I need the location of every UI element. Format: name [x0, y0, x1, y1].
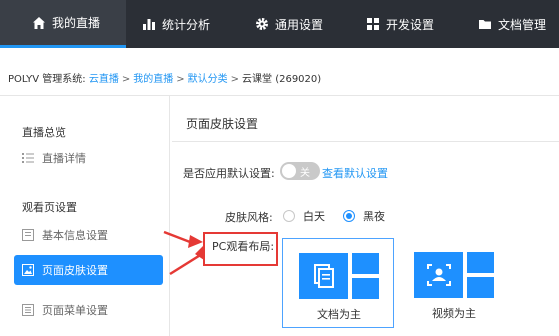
nav-label: 通用设置	[275, 17, 324, 32]
breadcrumb-separator: >	[121, 74, 131, 85]
sidebar: 直播总览 直播详情 观看页设置 基本信息设置 页面皮肤设置 页面菜单设置	[0, 96, 170, 336]
skin-style-label: 皮肤风格:	[225, 211, 273, 224]
layout-option-label: 视频为主	[432, 307, 476, 320]
view-default-link[interactable]: 查看默认设置	[322, 165, 388, 181]
breadcrumb-separator: >	[176, 74, 185, 85]
breadcrumb-link-my-live[interactable]: 我的直播	[133, 74, 173, 85]
nav-item-general-settings[interactable]: 通用设置	[255, 0, 323, 48]
radio-dot	[283, 210, 295, 222]
nav-label: 统计分析	[162, 17, 211, 32]
sidebar-item-label: 页面菜单设置	[42, 304, 108, 317]
breadcrumb-prefix: POLYV 管理系统:	[8, 74, 86, 85]
sidebar-item-live-detail[interactable]: 直播详情	[22, 150, 86, 166]
breadcrumb-link-cloud-live[interactable]: 云直播	[89, 74, 119, 85]
nav-item-statistics[interactable]: 统计分析	[142, 0, 210, 48]
radio-day[interactable]: 白天	[283, 208, 325, 224]
breadcrumb-link-default-category[interactable]: 默认分类	[188, 74, 228, 85]
grid-icon	[366, 17, 380, 31]
layout-thumbnail	[414, 252, 494, 298]
radio-label: 黑夜	[363, 210, 385, 223]
sidebar-group-overview: 直播总览	[22, 126, 66, 139]
layout-panel	[467, 277, 494, 298]
layout-panel	[467, 252, 494, 273]
sidebar-item-page-skin[interactable]: 页面皮肤设置	[14, 255, 163, 285]
toggle-state-text: 关	[300, 168, 310, 179]
highlight-box	[203, 232, 278, 266]
top-nav: 我的直播 统计分析 通用设置 开发设置 文档管理	[0, 0, 559, 48]
nav-label: 开发设置	[386, 17, 435, 32]
breadcrumb: POLYV 管理系统: 云直播 > 我的直播 > 默认分类 > 云课堂 (269020)	[8, 70, 321, 85]
radio-night[interactable]: 黑夜	[343, 208, 385, 224]
sidebar-item-page-menu[interactable]: 页面菜单设置	[22, 302, 108, 318]
red-arrow-annotation	[163, 230, 204, 276]
breadcrumb-separator: >	[230, 74, 240, 85]
form-icon	[22, 229, 34, 241]
home-icon	[32, 16, 46, 30]
sidebar-item-label: 页面皮肤设置	[42, 264, 108, 277]
layout-video-main[interactable]: 视频为主	[398, 238, 510, 328]
list-icon	[22, 152, 34, 164]
default-setting-label: 是否应用默认设置:	[183, 167, 275, 180]
sidebar-group-watch-page: 观看页设置	[22, 201, 77, 214]
layout-panel	[352, 253, 379, 274]
layout-thumbnail	[299, 253, 379, 299]
folder-icon	[478, 17, 492, 31]
document-icon	[299, 253, 348, 299]
gear-icon	[255, 17, 269, 31]
nav-label: 我的直播	[52, 16, 101, 30]
nav-item-doc-management[interactable]: 文档管理	[478, 0, 546, 48]
bar-chart-icon	[142, 17, 156, 31]
page-title: 页面皮肤设置	[186, 117, 259, 131]
layout-option-label: 文档为主	[317, 308, 361, 321]
title-divider	[172, 141, 559, 142]
nav-item-my-live[interactable]: 我的直播	[0, 0, 126, 48]
sidebar-item-label: 直播详情	[42, 152, 86, 165]
radio-dot	[343, 210, 355, 222]
image-icon	[22, 264, 34, 276]
menu-icon	[22, 304, 34, 316]
camera-person-icon	[414, 252, 463, 298]
nav-item-dev-settings[interactable]: 开发设置	[366, 0, 434, 48]
layout-doc-main[interactable]: 文档为主	[282, 238, 394, 328]
radio-label: 白天	[303, 210, 325, 223]
sidebar-item-basic-info[interactable]: 基本信息设置	[22, 227, 108, 243]
nav-label: 文档管理	[498, 17, 547, 32]
sidebar-item-label: 基本信息设置	[42, 229, 108, 242]
breadcrumb-current: 云课堂 (269020)	[242, 74, 322, 85]
default-setting-toggle[interactable]: 关	[280, 162, 320, 180]
layout-panel	[352, 278, 379, 299]
toggle-knob	[282, 164, 296, 178]
